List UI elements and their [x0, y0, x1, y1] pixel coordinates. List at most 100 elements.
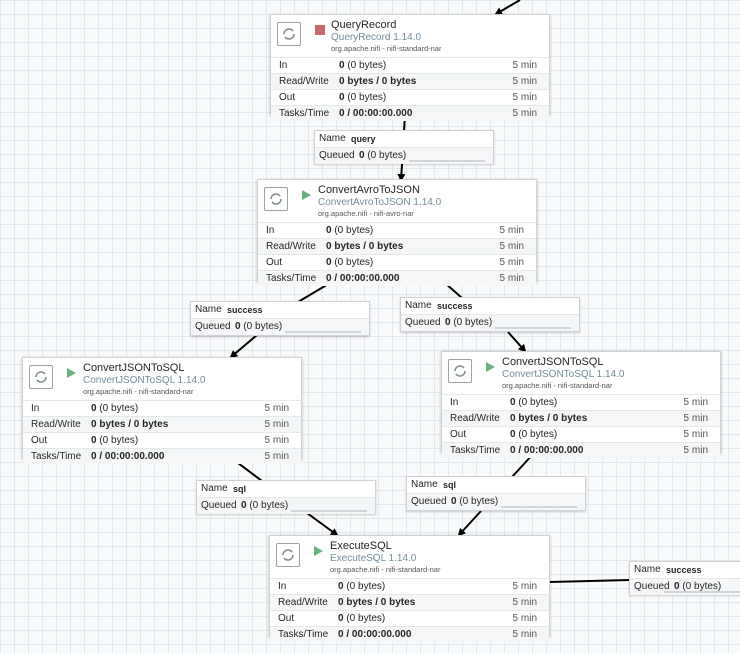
processor-icon — [448, 359, 472, 383]
processor-executesql[interactable]: ExecuteSQL ExecuteSQL 1.14.0 org.apache.ni… — [269, 535, 550, 642]
stat-label: In — [450, 397, 459, 408]
connection-name-label: Name — [634, 564, 661, 575]
stat-row: In 0 (0 bytes) 5 min — [270, 578, 549, 594]
processor-type: QueryRecord 1.14.0 — [331, 32, 422, 43]
stat-row: Tasks/Time 0 / 00:00:00.000 5 min — [258, 270, 536, 286]
processor-convertjsontosql-right[interactable]: ConvertJSONToSQL ConvertJSONToSQL 1.14.0 o… — [441, 351, 721, 458]
stat-time: 5 min — [499, 257, 524, 268]
connection-queued-label: Queued — [195, 321, 231, 332]
connection-name-row: Name sql — [197, 481, 375, 497]
stat-value: 0 / 00:00:00.000 — [338, 629, 412, 640]
stat-value: 0 bytes / 0 bytes — [326, 241, 404, 252]
stat-label: Read/Write — [266, 241, 316, 252]
processor-queryrecord[interactable]: QueryRecord QueryRecord 1.14.0 org.apache.… — [270, 14, 550, 121]
queue-progress-bar — [409, 160, 485, 162]
processor-name: ConvertAvroToJSON — [318, 184, 420, 196]
run-status-icon — [67, 368, 76, 378]
stat-time: 5 min — [264, 451, 289, 462]
connection-name: sql — [233, 484, 247, 494]
stat-time: 5 min — [683, 397, 708, 408]
processor-type: ConvertAvroToJSON 1.14.0 — [318, 197, 442, 208]
stat-label: In — [279, 60, 288, 71]
stop-status-icon — [315, 25, 325, 35]
stat-label: Tasks/Time — [450, 445, 501, 456]
connection-line-incoming[interactable] — [494, 0, 521, 16]
connection-line-success-out[interactable] — [549, 579, 631, 583]
connection-line-success-left-bottom[interactable] — [229, 334, 258, 359]
stat-value: 0 (0 bytes) — [510, 397, 558, 408]
connection-label-success-out[interactable]: Name success Queued 0 (0 bytes) — [629, 561, 740, 595]
connection-label-sql-left[interactable]: Name sql Queued 0 (0 bytes) — [196, 480, 376, 514]
stat-value: 0 bytes / 0 bytes — [339, 76, 417, 87]
processor-header[interactable]: QueryRecord QueryRecord 1.14.0 org.apache.… — [271, 15, 549, 57]
processor-header[interactable]: ConvertJSONToSQL ConvertJSONToSQL 1.14.0 o… — [23, 358, 301, 400]
stat-value: 0 (0 bytes) — [339, 60, 387, 71]
stat-time: 5 min — [512, 92, 537, 103]
stat-row: Tasks/Time 0 / 00:00:00.000 5 min — [270, 626, 549, 642]
connection-line-success-right-bottom[interactable] — [507, 331, 527, 353]
stat-label: Read/Write — [278, 597, 328, 608]
connection-queued-value: 0 (0 bytes) — [241, 500, 289, 511]
connection-queued-row: Queued 0 (0 bytes) — [407, 493, 585, 510]
connection-name-row: Name success — [191, 302, 369, 318]
connection-queued-row: Queued 0 (0 bytes) — [191, 318, 369, 335]
stat-label: Tasks/Time — [31, 451, 82, 462]
run-status-icon — [486, 362, 495, 372]
stat-row: Out 0 (0 bytes) 5 min — [270, 610, 549, 626]
connection-name: success — [227, 305, 263, 315]
connection-queued-value: 0 (0 bytes) — [359, 150, 407, 161]
stat-row: Read/Write 0 bytes / 0 bytes 5 min — [271, 73, 549, 89]
stat-row: Out 0 (0 bytes) 5 min — [271, 89, 549, 105]
stat-time: 5 min — [499, 241, 524, 252]
stat-label: Read/Write — [450, 413, 500, 424]
connection-label-success-left[interactable]: Name success Queued 0 (0 bytes) — [190, 301, 370, 336]
connection-name-label: Name — [319, 133, 346, 144]
flow-canvas[interactable]: QueryRecord QueryRecord 1.14.0 org.apache.… — [0, 0, 740, 653]
connection-label-query[interactable]: Name query Queued 0 (0 bytes) — [314, 130, 494, 164]
stat-value: 0 bytes / 0 bytes — [338, 597, 416, 608]
processor-bundle: org.apache.nifi - nifi-standard-nar — [331, 44, 442, 53]
stat-value: 0 bytes / 0 bytes — [510, 413, 588, 424]
connection-line-sql-right-bottom[interactable] — [457, 510, 482, 537]
connection-queued-label: Queued — [319, 150, 355, 161]
stat-row: In 0 (0 bytes) 5 min — [258, 222, 536, 238]
stat-row: In 0 (0 bytes) 5 min — [442, 394, 720, 410]
connection-line-query-bottom[interactable] — [397, 163, 406, 182]
stat-value: 0 (0 bytes) — [91, 403, 139, 414]
run-status-icon — [314, 546, 323, 556]
stat-label: Read/Write — [31, 419, 81, 430]
connection-name-label: Name — [411, 479, 438, 490]
processor-convertjsontosql-left[interactable]: ConvertJSONToSQL ConvertJSONToSQL 1.14.0 o… — [22, 357, 302, 464]
stat-value: 0 (0 bytes) — [326, 257, 374, 268]
stat-row: Out 0 (0 bytes) 5 min — [442, 426, 720, 442]
stat-value: 0 (0 bytes) — [339, 92, 387, 103]
processor-bundle: org.apache.nifi - nifi-standard-nar — [83, 387, 194, 396]
stat-label: Out — [279, 92, 296, 103]
connection-label-success-right[interactable]: Name success Queued 0 (0 bytes) — [400, 297, 580, 332]
processor-header[interactable]: ConvertAvroToJSON ConvertAvroToJSON 1.14.… — [258, 180, 536, 222]
connection-label-sql-right[interactable]: Name sql Queued 0 (0 bytes) — [406, 476, 586, 511]
stat-time: 5 min — [512, 60, 537, 71]
stat-value: 0 (0 bytes) — [91, 435, 139, 446]
stat-value: 0 (0 bytes) — [338, 581, 386, 592]
processor-convertavrotojson[interactable]: ConvertAvroToJSON ConvertAvroToJSON 1.14.… — [257, 179, 537, 286]
stat-time: 5 min — [512, 597, 537, 608]
processor-icon — [277, 22, 301, 46]
stat-value: 0 / 00:00:00.000 — [91, 451, 165, 462]
stat-row: Out 0 (0 bytes) 5 min — [258, 254, 536, 270]
connection-name: success — [437, 301, 473, 311]
stat-time: 5 min — [264, 435, 289, 446]
connection-line-sql-left-bottom[interactable] — [306, 512, 339, 537]
connection-name: sql — [443, 480, 457, 490]
connection-queued-value: 0 (0 bytes) — [451, 496, 499, 507]
processor-header[interactable]: ConvertJSONToSQL ConvertJSONToSQL 1.14.0 o… — [442, 352, 720, 394]
stat-label: Out — [450, 429, 467, 440]
processor-type: ConvertJSONToSQL 1.14.0 — [83, 375, 206, 386]
stat-label: Tasks/Time — [279, 108, 330, 119]
processor-header[interactable]: ExecuteSQL ExecuteSQL 1.14.0 org.apache.ni… — [270, 536, 549, 578]
connection-name-label: Name — [201, 483, 228, 494]
processor-type: ConvertJSONToSQL 1.14.0 — [502, 369, 625, 380]
processor-bundle: org.apache.nifi - nifi-avro-nar — [318, 209, 414, 218]
processor-icon — [29, 365, 53, 389]
stat-label: Out — [266, 257, 283, 268]
